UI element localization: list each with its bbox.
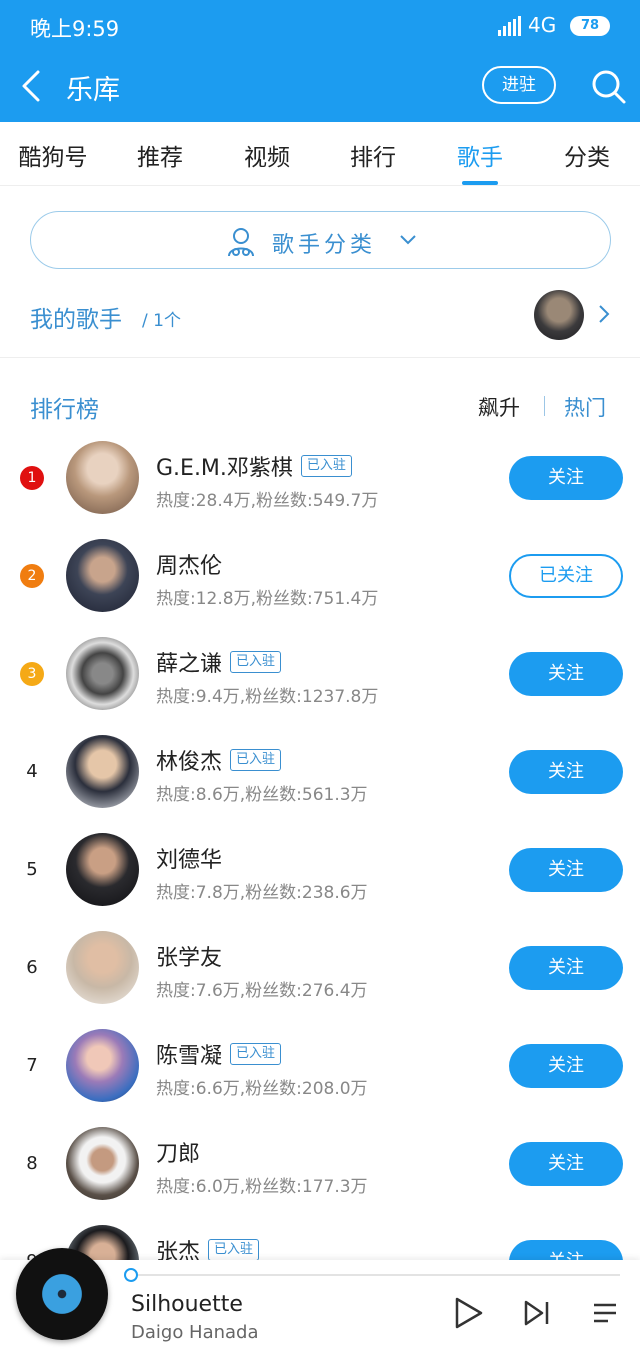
singer-name: 周杰伦 xyxy=(156,554,223,579)
status-bar: 晚上9:59 4G 78 xyxy=(0,0,640,52)
followed-button[interactable]: 已关注 xyxy=(509,554,623,598)
tab-singers[interactable]: 歌手 xyxy=(435,138,525,172)
next-icon[interactable] xyxy=(522,1298,552,1328)
page-title: 乐库 xyxy=(66,75,120,106)
avatar xyxy=(66,441,139,514)
singer-category-label: 歌手分类 xyxy=(272,233,377,258)
rank-number: 3 xyxy=(20,662,44,686)
singer-stats: 热度:8.6万,粉丝数:561.3万 xyxy=(156,785,368,805)
singer-name: 刘德华 xyxy=(156,848,223,873)
follow-button[interactable]: 关注 xyxy=(509,456,623,500)
my-singers-title: 我的歌手 xyxy=(30,307,122,333)
singer-icon xyxy=(228,228,254,257)
follow-button[interactable]: 关注 xyxy=(509,848,623,892)
follow-button[interactable]: 关注 xyxy=(509,1142,623,1186)
my-singers-count: / 1个 xyxy=(142,311,181,331)
follow-button[interactable]: 关注 xyxy=(509,1240,623,1260)
verified-badge: 已入驻 xyxy=(230,1043,282,1065)
follow-button[interactable]: 关注 xyxy=(509,652,623,696)
top-bar: 晚上9:59 4G 78 乐库 进驻 xyxy=(0,0,640,122)
avatar xyxy=(66,1029,139,1102)
list-item[interactable]: 6 张学友 热度:7.6万,粉丝数:276.4万 关注 xyxy=(0,920,640,1018)
singer-stats: 热度:6.6万,粉丝数:208.0万 xyxy=(156,1079,368,1099)
list-item[interactable]: 1 G.E.M.邓紫棋 已入驻 热度:28.4万,粉丝数:549.7万 关注 xyxy=(0,430,640,528)
singer-stats: 热度:28.4万,粉丝数:549.7万 xyxy=(156,491,379,511)
tab-video[interactable]: 视频 xyxy=(222,138,312,172)
rank-number: 7 xyxy=(26,1055,38,1076)
chevron-right-icon xyxy=(599,305,610,323)
singer-category-button[interactable]: 歌手分类 xyxy=(30,211,611,269)
follow-button[interactable]: 关注 xyxy=(509,1044,623,1088)
search-icon[interactable] xyxy=(588,66,628,106)
status-time: 晚上9:59 xyxy=(30,17,120,41)
tab-recommend[interactable]: 推荐 xyxy=(115,138,205,172)
singer-name: 张学友 xyxy=(156,946,223,971)
singer-stats: 热度:7.6万,粉丝数:276.4万 xyxy=(156,981,368,1001)
singer-list: 1 G.E.M.邓紫棋 已入驻 热度:28.4万,粉丝数:549.7万 关注 2 … xyxy=(0,430,640,1260)
rank-number: 5 xyxy=(26,859,38,880)
avatar xyxy=(66,931,139,1004)
mini-player: Silhouette Daigo Hanada xyxy=(0,1248,640,1351)
tab-bar: 酷狗号 推荐 视频 排行 歌手 分类 xyxy=(0,122,640,186)
list-item[interactable]: 2 周杰伦 热度:12.8万,粉丝数:751.4万 已关注 xyxy=(0,528,640,626)
avatar xyxy=(66,637,139,710)
tab-category[interactable]: 分类 xyxy=(542,138,632,172)
battery-icon: 78 xyxy=(570,16,610,36)
follow-button[interactable]: 关注 xyxy=(509,750,623,794)
avatar xyxy=(66,539,139,612)
verified-badge: 已入驻 xyxy=(230,651,282,673)
singer-name: 刀郎 xyxy=(156,1142,201,1167)
active-tab-indicator xyxy=(462,181,498,185)
ranking-title: 排行榜 xyxy=(30,397,99,423)
list-item[interactable]: 5 刘德华 热度:7.8万,粉丝数:238.6万 关注 xyxy=(0,822,640,920)
singer-name: G.E.M.邓紫棋 xyxy=(156,456,293,481)
list-item[interactable]: 9 张杰已入驻 关注 xyxy=(0,1214,640,1260)
list-item[interactable]: 7 陈雪凝 已入驻 热度:6.6万,粉丝数:208.0万 关注 xyxy=(0,1018,640,1116)
verified-badge: 已入驻 xyxy=(208,1239,260,1260)
sort-rising-button[interactable]: 飙升 xyxy=(478,392,520,422)
network-label: 4G xyxy=(528,13,557,37)
progress-knob[interactable] xyxy=(124,1268,138,1282)
avatar xyxy=(66,735,139,808)
rank-number: 2 xyxy=(20,564,44,588)
singer-stats: 热度:12.8万,粉丝数:751.4万 xyxy=(156,589,379,609)
sort-divider xyxy=(544,396,545,416)
ranking-header: 排行榜 飙升 热门 xyxy=(0,380,640,430)
follow-button[interactable]: 关注 xyxy=(509,946,623,990)
avatar xyxy=(66,1127,139,1200)
rank-number: 6 xyxy=(26,957,38,978)
song-title: Silhouette xyxy=(131,1292,243,1317)
nav-row: 乐库 进驻 xyxy=(0,52,640,122)
progress-bar[interactable] xyxy=(124,1268,620,1282)
album-disc[interactable] xyxy=(16,1248,108,1340)
sort-hot-button[interactable]: 热门 xyxy=(564,392,606,422)
list-item[interactable]: 8 刀郎 热度:6.0万,粉丝数:177.3万 关注 xyxy=(0,1116,640,1214)
verified-badge: 已入驻 xyxy=(230,749,282,771)
rank-number: 4 xyxy=(26,761,38,782)
verified-badge: 已入驻 xyxy=(300,455,352,477)
tab-ranking[interactable]: 排行 xyxy=(328,138,418,172)
singer-name: 薛之谦 xyxy=(156,652,223,677)
singer-stats: 热度:9.4万,粉丝数:1237.8万 xyxy=(156,687,379,707)
singer-stats: 热度:6.0万,粉丝数:177.3万 xyxy=(156,1177,368,1197)
join-button[interactable]: 进驻 xyxy=(482,66,556,104)
tab-kugou-id[interactable]: 酷狗号 xyxy=(8,138,98,172)
singer-name: 张杰 xyxy=(156,1240,201,1260)
back-icon[interactable] xyxy=(18,66,48,106)
chevron-down-icon xyxy=(400,235,416,245)
song-artist: Daigo Hanada xyxy=(131,1322,259,1343)
rank-number: 8 xyxy=(26,1153,38,1174)
singer-name: 林俊杰 xyxy=(156,750,223,775)
avatar xyxy=(66,833,139,906)
singer-name: 陈雪凝 xyxy=(156,1044,223,1069)
list-item[interactable]: 3 薛之谦 已入驻 热度:9.4万,粉丝数:1237.8万 关注 xyxy=(0,626,640,724)
rank-number: 1 xyxy=(20,466,44,490)
play-icon[interactable] xyxy=(452,1296,484,1330)
list-item[interactable]: 4 林俊杰 已入驻 热度:8.6万,粉丝数:561.3万 关注 xyxy=(0,724,640,822)
singer-stats: 热度:7.8万,粉丝数:238.6万 xyxy=(156,883,368,903)
signal-icon xyxy=(498,16,522,36)
queue-icon[interactable] xyxy=(590,1298,620,1328)
avatar xyxy=(534,290,584,340)
my-singers-row[interactable]: 我的歌手 / 1个 xyxy=(0,290,640,358)
